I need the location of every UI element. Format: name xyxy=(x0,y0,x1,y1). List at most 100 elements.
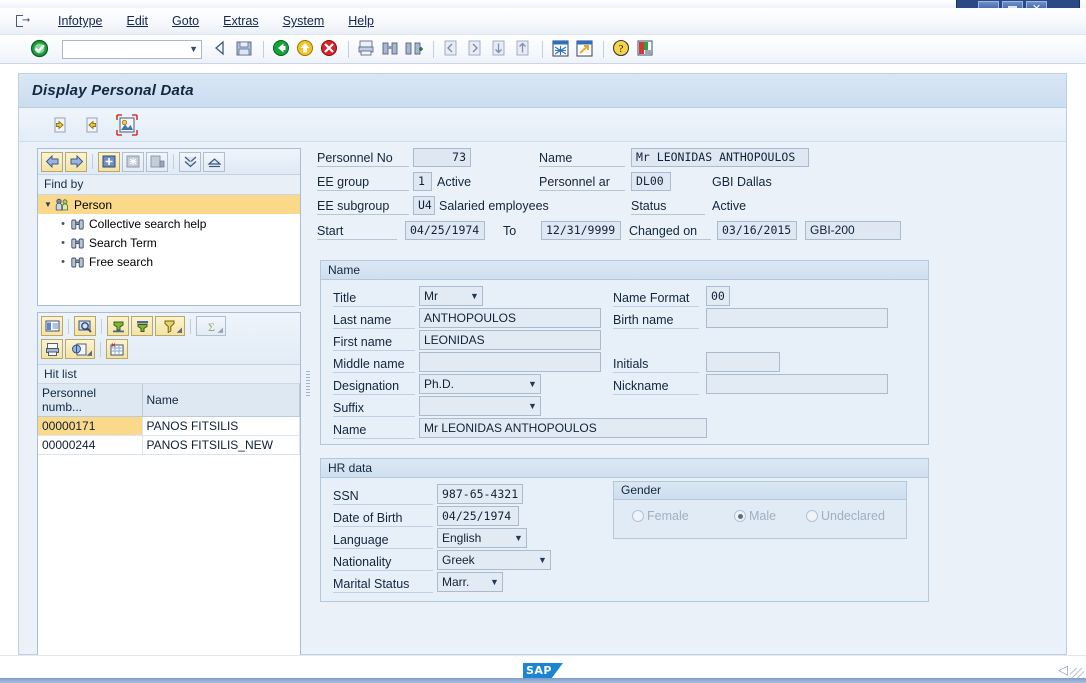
field-full-name[interactable]: Mr LEONIDAS ANTHOPOULOS xyxy=(419,418,707,438)
splitter-grip-icon[interactable] xyxy=(306,371,310,397)
chevron-down-icon[interactable]: ▼ xyxy=(511,533,526,543)
chevron-down-icon[interactable]: ▼ xyxy=(44,200,55,209)
field-initials[interactable] xyxy=(706,352,780,372)
radio-undeclared[interactable]: Undeclared xyxy=(806,509,885,523)
menu-item-goto[interactable]: Goto xyxy=(160,12,211,30)
spreadsheet-icon[interactable] xyxy=(106,339,128,359)
field-first-name[interactable]: LEONIDAS xyxy=(419,330,601,350)
label-first-name: First name xyxy=(333,335,415,351)
field-birth-name[interactable] xyxy=(706,308,888,328)
chevron-down-icon[interactable]: ▼ xyxy=(525,401,540,411)
field-changed-on[interactable]: 03/16/2015 xyxy=(717,221,797,240)
new-window-icon[interactable] xyxy=(551,39,571,59)
exit-door-icon[interactable]: ➞ xyxy=(16,14,32,28)
label-personnel-no: Personnel No xyxy=(317,151,409,167)
find-icon[interactable] xyxy=(381,39,401,59)
column-header-name[interactable]: Name xyxy=(142,384,300,417)
next-record-icon[interactable] xyxy=(83,115,103,135)
chevron-down-icon[interactable]: ▼ xyxy=(487,577,502,587)
print-preview-icon[interactable] xyxy=(41,339,63,359)
command-field[interactable]: ▼ xyxy=(62,39,202,59)
field-name-format[interactable]: 00 xyxy=(706,286,730,306)
cell-personnel-number[interactable]: 00000171 xyxy=(38,416,143,436)
search-zoom-icon[interactable] xyxy=(74,316,96,336)
field-client[interactable]: GBI-200 xyxy=(805,221,901,240)
delete-node-icon[interactable] xyxy=(146,151,168,172)
exit-yellow-icon[interactable] xyxy=(296,39,316,59)
enter-check-icon[interactable] xyxy=(30,39,50,59)
save-icon[interactable] xyxy=(235,39,255,59)
tree-node-free-search[interactable]: • Free search xyxy=(38,252,300,271)
field-date-of-birth[interactable]: 04/25/1974 xyxy=(437,506,519,526)
expand-all-icon[interactable] xyxy=(179,151,201,172)
cell-name[interactable]: PANOS FITSILIS_NEW xyxy=(142,435,300,455)
dropdown-suffix[interactable]: ▼ xyxy=(419,396,541,416)
table-row[interactable]: 00000244 PANOS FITSILIS_NEW xyxy=(38,435,300,455)
field-last-name[interactable]: ANTHOPOULOS xyxy=(419,308,601,328)
field-to-date[interactable]: 12/31/9999 xyxy=(541,221,621,240)
add-node-icon[interactable] xyxy=(98,151,120,172)
menu-item-help[interactable]: Help xyxy=(336,12,386,30)
copy-icon[interactable]: ◢ xyxy=(65,339,95,359)
dropdown-marital-status[interactable]: Marr. ▼ xyxy=(437,572,503,592)
field-personnel-area[interactable]: DL00 xyxy=(631,172,671,191)
field-start-date[interactable]: 04/25/1974 xyxy=(405,221,485,240)
menu-item-edit[interactable]: Edit xyxy=(114,12,160,30)
tree-node-person[interactable]: ▼ Person xyxy=(38,195,300,214)
sort-descending-icon[interactable] xyxy=(131,316,153,336)
chevron-down-icon[interactable]: ▼ xyxy=(525,379,540,389)
node-icon[interactable] xyxy=(122,151,144,172)
create-session-icon[interactable] xyxy=(575,39,595,59)
back-green-icon[interactable] xyxy=(272,39,292,59)
collapse-all-icon[interactable] xyxy=(203,151,225,172)
tree-node-search-term[interactable]: • Search Term xyxy=(38,233,300,252)
first-page-icon[interactable] xyxy=(442,39,462,59)
tree-node-collective-search-help[interactable]: • Collective search help xyxy=(38,214,300,233)
field-ee-subgroup[interactable]: U4 xyxy=(413,196,435,215)
panel-splitter[interactable] xyxy=(301,143,317,656)
field-nickname[interactable] xyxy=(706,374,888,394)
previous-page-icon[interactable] xyxy=(466,39,486,59)
filter-icon[interactable]: ◢ xyxy=(155,316,185,336)
sort-ascending-icon[interactable] xyxy=(107,316,129,336)
cell-name[interactable]: PANOS FITSILIS xyxy=(142,416,300,436)
hit-list-panel: ◢ Σ ◢ ◢ Hit list Personnel numb... Name … xyxy=(37,312,301,656)
column-header-personnel-number[interactable]: Personnel numb... xyxy=(38,384,143,417)
menu-item-infotype[interactable]: Infotype xyxy=(46,12,114,30)
menu-item-system[interactable]: System xyxy=(271,12,337,30)
menu-item-extras[interactable]: Extras xyxy=(211,12,270,30)
find-next-icon[interactable] xyxy=(405,39,425,59)
next-page-icon[interactable] xyxy=(490,39,510,59)
field-personnel-no[interactable]: 73 xyxy=(413,148,471,167)
detail-list-icon[interactable] xyxy=(41,316,63,336)
field-ee-group[interactable]: 1 xyxy=(413,172,432,191)
help-icon[interactable]: ? xyxy=(612,39,632,59)
page-title: Display Personal Data xyxy=(32,82,194,99)
layout-menu-icon[interactable] xyxy=(636,39,656,59)
sum-icon[interactable]: Σ ◢ xyxy=(196,316,226,336)
print-icon[interactable] xyxy=(357,39,377,59)
dropdown-language[interactable]: English ▼ xyxy=(437,528,527,548)
dropdown-designation[interactable]: Ph.D. ▼ xyxy=(419,374,541,394)
table-row[interactable]: 00000171 PANOS FITSILIS xyxy=(38,416,300,436)
cancel-red-icon[interactable] xyxy=(320,39,340,59)
last-page-icon[interactable] xyxy=(514,39,534,59)
previous-record-icon[interactable] xyxy=(51,115,71,135)
photo-icon[interactable] xyxy=(115,113,139,137)
chevron-down-icon[interactable]: ▼ xyxy=(467,291,482,301)
forward-icon[interactable] xyxy=(65,151,87,172)
dropdown-title[interactable]: Mr ▼ xyxy=(419,286,483,306)
field-middle-name[interactable] xyxy=(419,352,601,372)
back-icon[interactable] xyxy=(41,151,63,172)
field-ssn[interactable]: 987-65-4321 xyxy=(437,484,523,504)
chevron-down-icon[interactable]: ▼ xyxy=(535,555,550,565)
radio-male[interactable]: Male xyxy=(734,509,776,523)
dropdown-nationality[interactable]: Greek ▼ xyxy=(437,550,551,570)
radio-circle-icon xyxy=(806,510,818,522)
field-name[interactable]: Mr LEONIDAS ANTHOPOULOS xyxy=(631,148,809,167)
back-arrow-icon[interactable] xyxy=(211,39,231,59)
radio-female[interactable]: Female xyxy=(632,509,689,523)
collapse-left-icon[interactable]: ◁ xyxy=(1058,662,1068,678)
chevron-down-icon[interactable]: ▼ xyxy=(189,44,198,54)
cell-personnel-number[interactable]: 00000244 xyxy=(38,435,143,455)
